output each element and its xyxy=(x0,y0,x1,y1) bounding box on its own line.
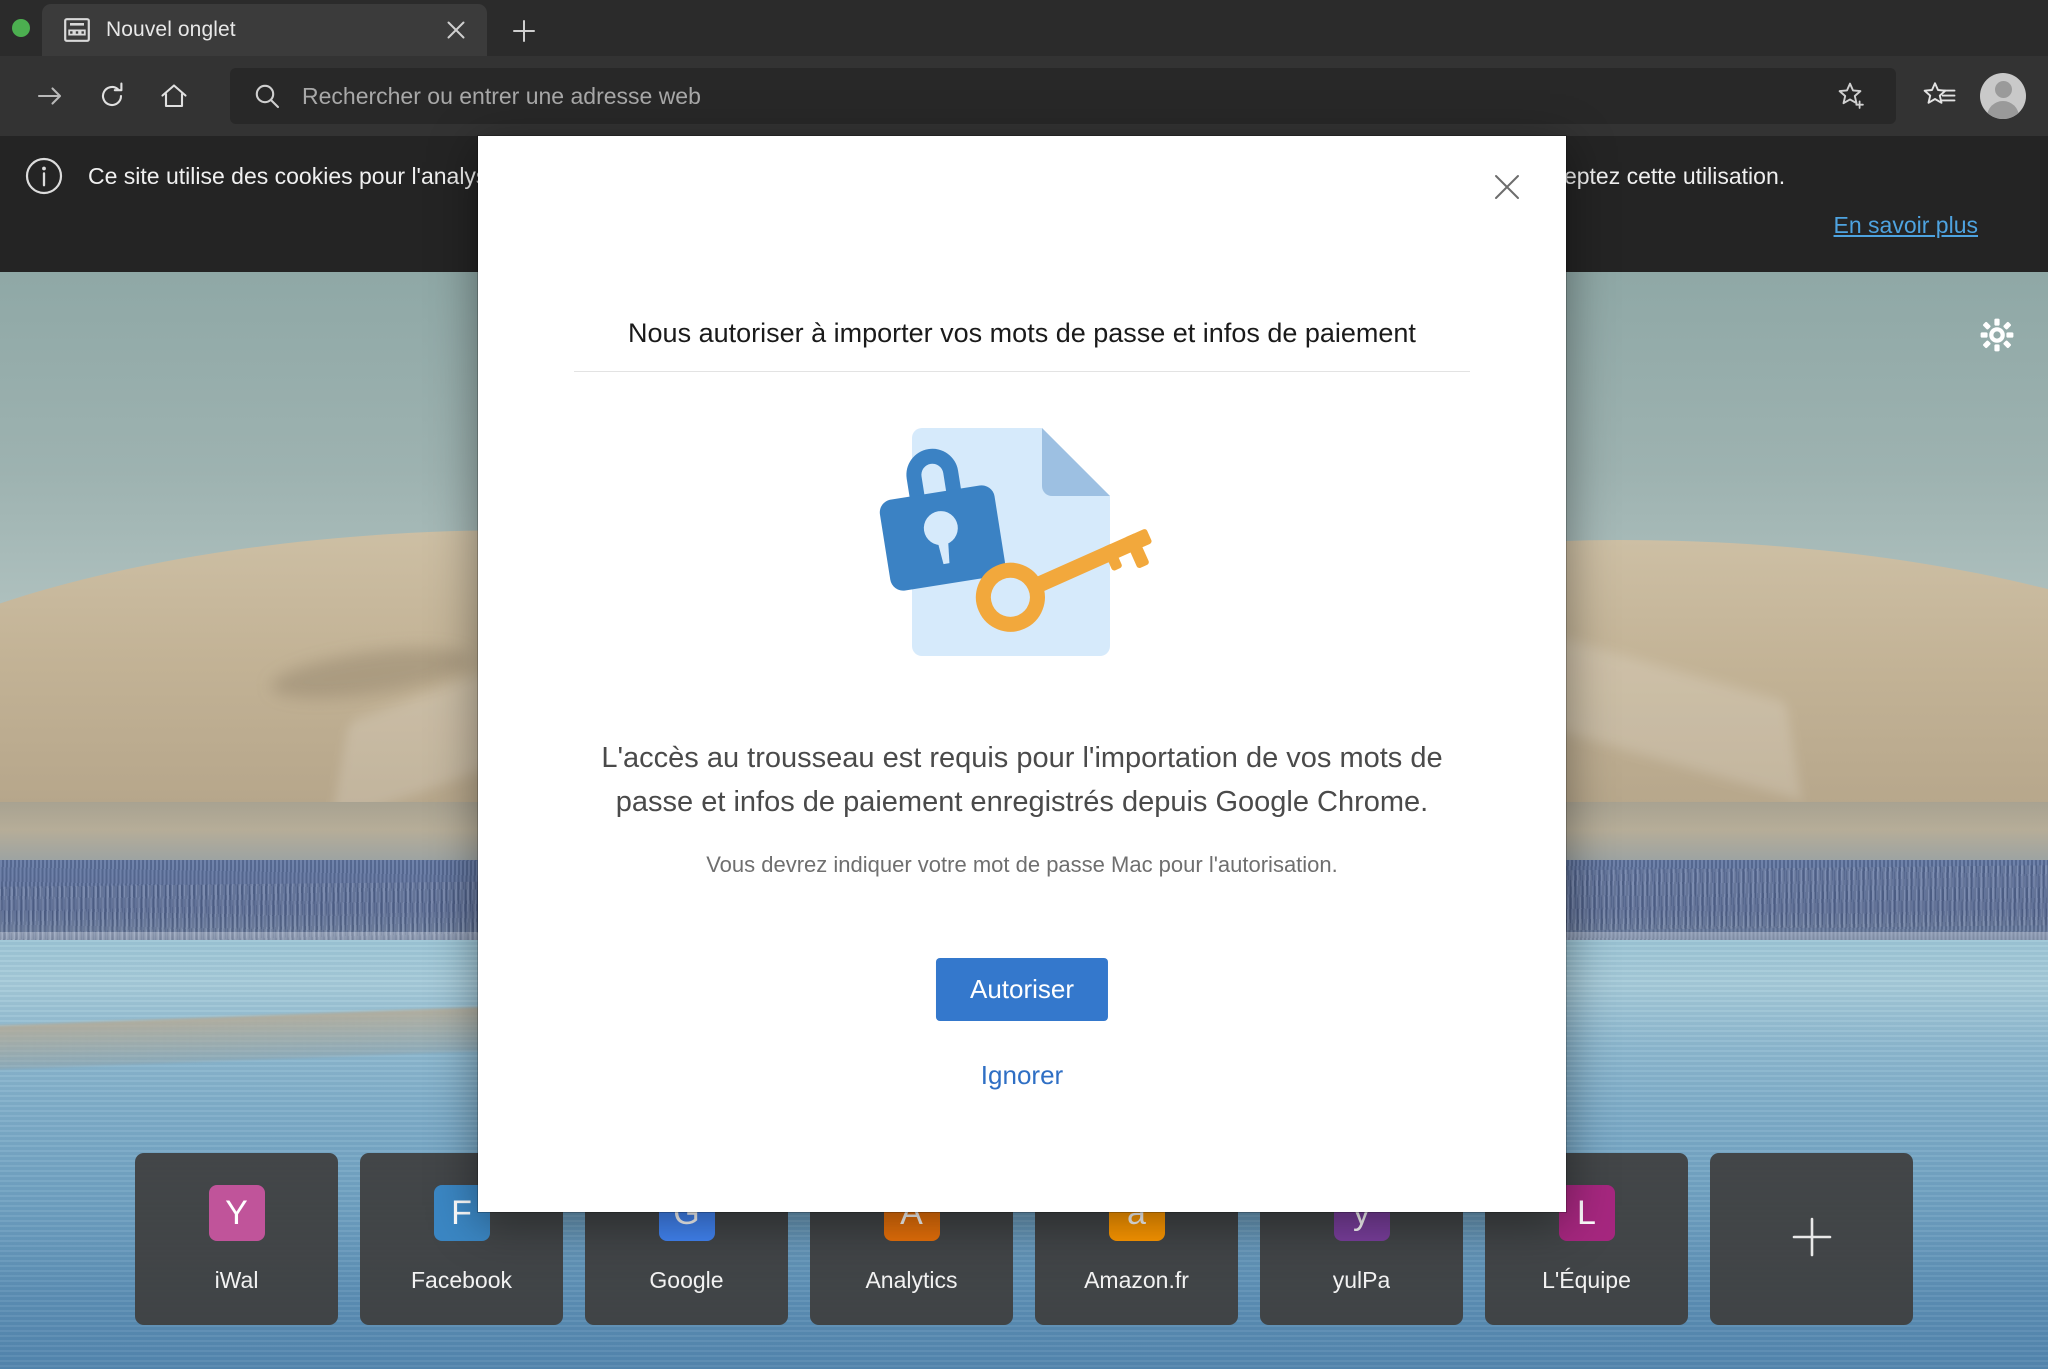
tile-label: L'Équipe xyxy=(1542,1266,1631,1293)
lock-key-document-illustration xyxy=(856,402,1188,678)
home-button[interactable] xyxy=(146,68,202,124)
tile-label: Google xyxy=(649,1266,724,1293)
dialog-subtext: Vous devrez indiquer votre mot de passe … xyxy=(706,852,1338,877)
new-tab-button[interactable] xyxy=(499,6,549,56)
learn-more-link[interactable]: En savoir plus xyxy=(1834,212,1978,239)
tile-label: Amazon.fr xyxy=(1084,1266,1189,1293)
gear-icon[interactable] xyxy=(1974,312,2020,358)
address-bar[interactable]: Rechercher ou entrer une adresse web xyxy=(230,68,1896,124)
search-input[interactable]: Rechercher ou entrer une adresse web xyxy=(302,83,1810,110)
ignore-link[interactable]: Ignorer xyxy=(981,1060,1063,1091)
favorites-button[interactable] xyxy=(1912,68,1968,124)
tile-icon: L xyxy=(1558,1184,1615,1241)
info-circle-icon xyxy=(22,154,66,198)
dialog-title: Nous autoriser à importer vos mots de pa… xyxy=(574,318,1470,372)
close-icon[interactable] xyxy=(1486,166,1528,208)
tile-label: Facebook xyxy=(410,1266,512,1293)
search-icon xyxy=(252,81,282,111)
tile-label: Analytics xyxy=(865,1266,958,1293)
import-passwords-dialog: Nous autoriser à importer vos mots de pa… xyxy=(478,136,1566,1212)
avatar[interactable] xyxy=(1980,73,2026,119)
close-tab-icon[interactable] xyxy=(439,13,473,47)
window-control-green-icon[interactable] xyxy=(12,19,30,37)
authorize-button[interactable]: Autoriser xyxy=(935,958,1109,1021)
tile-label: yulPa xyxy=(1332,1266,1391,1293)
tile-icon: Y xyxy=(208,1184,265,1241)
tab-title: Nouvel onglet xyxy=(106,18,236,41)
newtab-grid-icon xyxy=(64,18,90,42)
reload-button[interactable] xyxy=(84,68,140,124)
browser-tab[interactable]: Nouvel onglet xyxy=(42,4,487,56)
forward-button[interactable] xyxy=(22,68,78,124)
add-tile-button[interactable] xyxy=(1710,1153,1913,1325)
tile-iwal[interactable]: Y iWal xyxy=(135,1153,338,1325)
plus-icon xyxy=(1785,1210,1839,1269)
dialog-body-text: L'accès au trousseau est requis pour l'i… xyxy=(601,742,1443,819)
star-plus-icon[interactable] xyxy=(1830,74,1874,118)
tile-label: iWal xyxy=(214,1266,259,1293)
browser-window: Nouvel onglet Rechercher ou entrer une a… xyxy=(0,0,2048,1369)
tab-strip: Nouvel onglet xyxy=(0,0,2048,56)
navigation-toolbar: Rechercher ou entrer une adresse web xyxy=(0,56,2048,136)
window-controls xyxy=(0,0,42,56)
